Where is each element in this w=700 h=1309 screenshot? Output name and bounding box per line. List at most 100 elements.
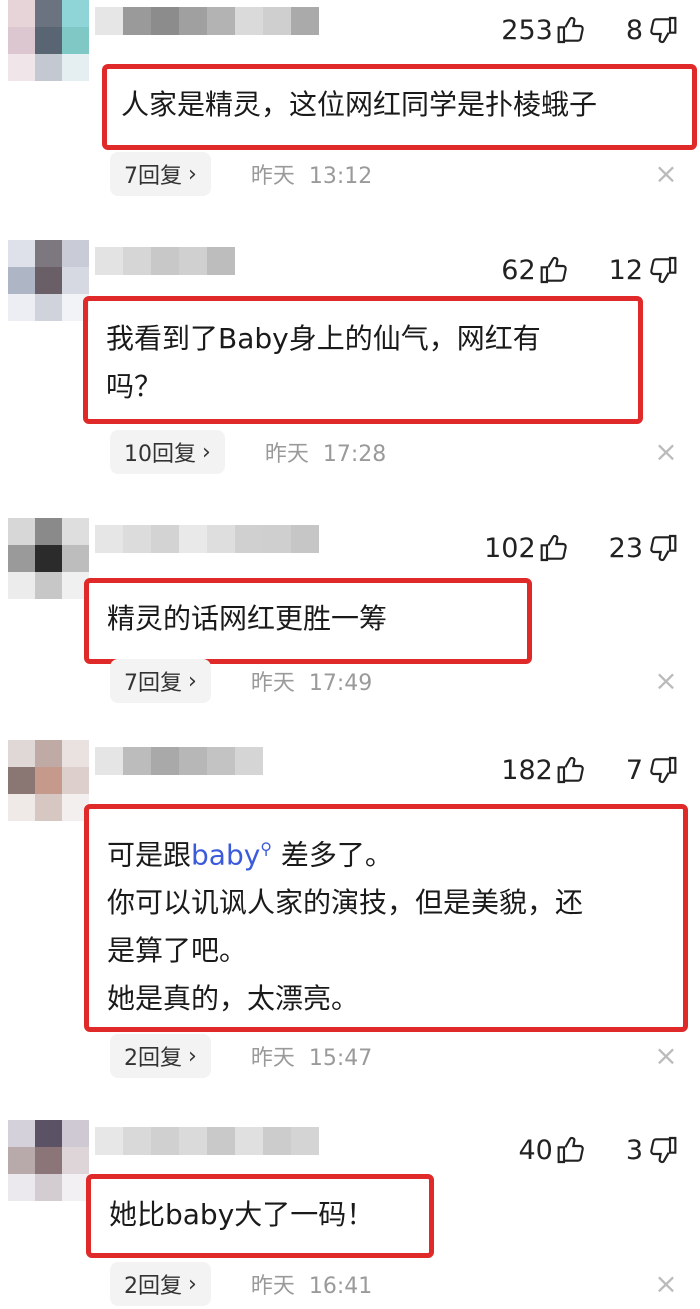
avatar-pixel xyxy=(35,240,62,267)
comment-timestamp: 昨天 17:28 xyxy=(265,436,386,468)
username-pixel xyxy=(235,1127,263,1155)
avatar-pixel xyxy=(35,1120,62,1147)
like-count: 182 xyxy=(501,754,553,786)
replies-button[interactable]: 7回复 › xyxy=(110,659,211,703)
like-button[interactable]: 62 xyxy=(501,254,570,286)
username-pixel xyxy=(123,7,151,35)
comment-text-line: 是算了吧。 xyxy=(107,934,248,968)
chevron-right-icon: › xyxy=(188,1043,197,1069)
thumbs-down-icon xyxy=(650,534,677,562)
comment-text-line: 你可以讥讽人家的演技，但是美貌，还 xyxy=(107,886,584,920)
date-label: 昨天 xyxy=(264,442,309,467)
like-button[interactable]: 40 xyxy=(518,1134,587,1166)
avatar[interactable] xyxy=(8,1120,89,1201)
username-pixel xyxy=(95,247,123,275)
username-pixel xyxy=(235,747,263,775)
username-pixel xyxy=(179,1127,207,1155)
username-pixel xyxy=(123,525,151,553)
thumbs-down-icon xyxy=(650,256,677,284)
username-pixel xyxy=(207,525,235,553)
comment-timestamp: 昨天 17:49 xyxy=(251,665,372,697)
close-icon[interactable]: × xyxy=(654,667,678,695)
comment-text-highlighted: 精灵的话网红更胜一筹 xyxy=(84,578,532,664)
replies-button[interactable]: 2回复 › xyxy=(110,1262,211,1306)
chevron-right-icon: › xyxy=(188,161,197,187)
comment-text-highlighted: 我看到了Baby身上的仙气，网红有 吗？ xyxy=(83,296,643,424)
dislike-button[interactable]: 7 xyxy=(626,754,678,786)
replies-button[interactable]: 10回复 › xyxy=(110,430,225,474)
avatar-pixel xyxy=(35,740,62,767)
username-blurred[interactable] xyxy=(95,1127,319,1155)
comment-text-highlighted: 她比baby大了一码！ xyxy=(86,1174,434,1258)
chevron-right-icon: › xyxy=(188,668,197,694)
avatar-pixel xyxy=(8,545,35,572)
username-pixel xyxy=(263,525,291,553)
replies-count: 2回复 xyxy=(124,1046,182,1071)
avatar-pixel xyxy=(8,767,35,794)
comment-timestamp: 昨天 15:47 xyxy=(251,1040,372,1072)
avatar[interactable] xyxy=(8,740,89,821)
dislike-button[interactable]: 23 xyxy=(609,532,678,564)
comment-text-line: 人家是精灵，这位网红同学是扑棱蛾子 xyxy=(121,88,598,121)
username-blurred[interactable] xyxy=(95,7,319,35)
avatar-pixel xyxy=(35,545,62,572)
vote-bar: 40 3 xyxy=(518,1130,678,1170)
thumbs-up-icon xyxy=(540,534,567,562)
chevron-right-icon: › xyxy=(188,1271,197,1297)
date-label: 昨天 xyxy=(250,1274,295,1299)
avatar[interactable] xyxy=(8,0,89,81)
avatar[interactable] xyxy=(8,518,89,599)
avatar-pixel xyxy=(62,767,89,794)
replies-button[interactable]: 2回复 › xyxy=(110,1034,211,1078)
thumbs-up-icon xyxy=(557,756,584,784)
vote-bar: 182 7 xyxy=(501,750,678,790)
date-label: 昨天 xyxy=(250,671,295,696)
username-blurred[interactable] xyxy=(95,247,235,275)
avatar-pixel xyxy=(62,518,89,545)
avatar-pixel xyxy=(62,740,89,767)
close-icon[interactable]: × xyxy=(654,438,678,466)
close-icon[interactable]: × xyxy=(654,1270,678,1298)
comment-timestamp: 昨天 16:41 xyxy=(251,1268,372,1300)
close-icon[interactable]: × xyxy=(654,1042,678,1070)
avatar-pixel xyxy=(62,27,89,54)
dislike-count: 7 xyxy=(625,754,643,786)
comment-meta: 10回复 › 昨天 17:28 xyxy=(110,430,386,474)
comment-text-line: 精灵的话网红更胜一筹 xyxy=(107,602,388,635)
baby-search-link[interactable]: baby xyxy=(191,838,260,871)
avatar-pixel xyxy=(8,267,35,294)
time-label: 13:12 xyxy=(308,164,373,189)
avatar-pixel xyxy=(35,1174,62,1201)
dislike-count: 3 xyxy=(625,1134,643,1166)
avatar[interactable] xyxy=(8,240,89,321)
dislike-button[interactable]: 12 xyxy=(609,254,678,286)
search-icon[interactable]: ⚲ xyxy=(260,839,272,858)
date-label: 昨天 xyxy=(250,164,295,189)
avatar-pixel xyxy=(8,572,35,599)
username-blurred[interactable] xyxy=(95,525,319,553)
dislike-button[interactable]: 8 xyxy=(626,14,678,46)
username-pixel xyxy=(151,747,179,775)
comment-text-line: 我看到了Baby身上的仙气，网红有 xyxy=(106,322,541,355)
username-pixel xyxy=(151,7,179,35)
replies-button[interactable]: 7回复 › xyxy=(110,152,211,196)
username-pixel xyxy=(123,747,151,775)
username-blurred[interactable] xyxy=(95,747,263,775)
like-button[interactable]: 182 xyxy=(501,754,588,786)
text-segment: 可是跟 xyxy=(107,838,192,872)
avatar-pixel xyxy=(35,794,62,821)
avatar-pixel xyxy=(8,1174,35,1201)
time-label: 17:49 xyxy=(308,671,373,696)
time-label: 16:41 xyxy=(308,1274,373,1299)
avatar-pixel xyxy=(8,27,35,54)
comment-text-line: 她比baby大了一码！ xyxy=(109,1198,375,1231)
like-button[interactable]: 102 xyxy=(484,532,571,564)
close-icon[interactable]: × xyxy=(654,160,678,188)
username-pixel xyxy=(95,525,123,553)
like-button[interactable]: 253 xyxy=(501,14,588,46)
dislike-button[interactable]: 3 xyxy=(626,1134,678,1166)
username-pixel xyxy=(151,525,179,553)
username-pixel xyxy=(291,1127,319,1155)
username-pixel xyxy=(179,525,207,553)
avatar-pixel xyxy=(8,240,35,267)
